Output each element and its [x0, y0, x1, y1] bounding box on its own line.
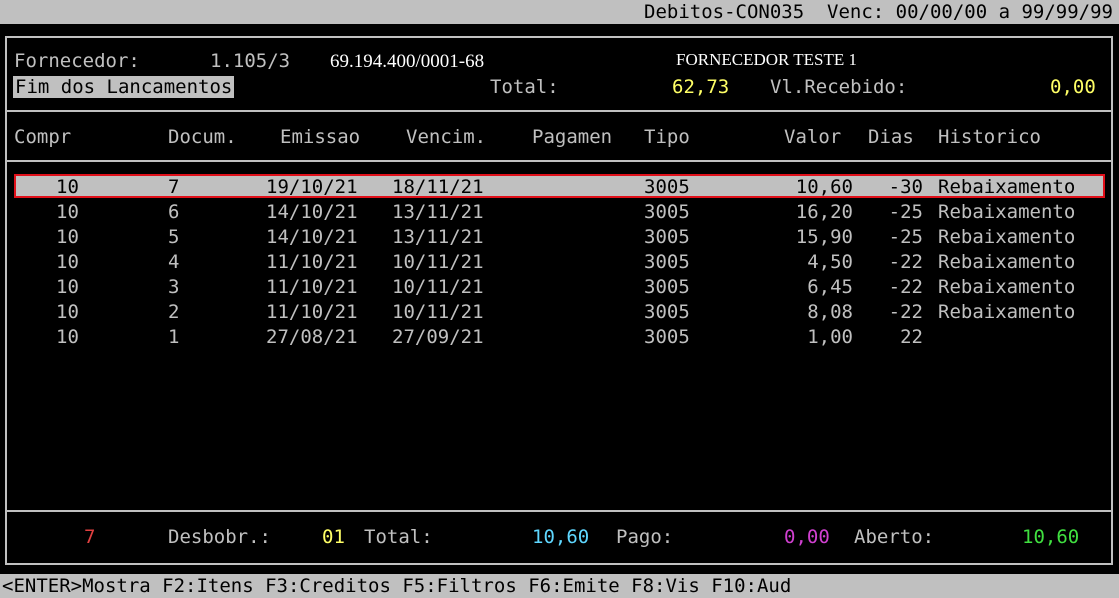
cell-tipo: 3005 — [644, 301, 690, 323]
cell-compr: 10 — [56, 176, 79, 198]
cell-vencim: 27/09/21 — [392, 326, 484, 348]
cell-historico: Rebaixamento — [938, 276, 1076, 298]
cell-emissao: 11/10/21 — [266, 301, 358, 323]
cell-tipo: 3005 — [644, 226, 690, 248]
cell-tipo: 3005 — [644, 201, 690, 223]
cell-emissao: 19/10/21 — [266, 176, 358, 198]
cell-dias: -22 — [888, 276, 923, 298]
col-compr: Compr — [14, 126, 72, 148]
function-key-hints[interactable]: <ENTER>Mostra F2:Itens F3:Creditos F5:Fi… — [2, 575, 791, 597]
cell-emissao: 11/10/21 — [266, 276, 358, 298]
cell-dias: -25 — [888, 201, 923, 223]
cell-emissao: 14/10/21 — [266, 226, 358, 248]
fornecedor-name: FORNECEDOR TESTE 1 — [676, 50, 858, 69]
total-label: Total: — [490, 76, 559, 98]
cell-compr: 10 — [56, 226, 79, 248]
cell-compr: 10 — [56, 326, 79, 348]
window-title: Debitos-CON035 Venc: 00/00/00 a 99/99/99 — [644, 1, 1113, 23]
cell-docum: 3 — [168, 276, 180, 298]
cell-historico: Rebaixamento — [938, 201, 1076, 223]
cell-dias: -22 — [888, 301, 923, 323]
cell-valor: 4,50 — [807, 251, 853, 273]
cell-valor: 8,08 — [807, 301, 853, 323]
cell-historico: Rebaixamento — [938, 226, 1076, 248]
cell-valor: 6,45 — [807, 276, 853, 298]
cell-docum: 7 — [168, 176, 180, 198]
cell-historico: Rebaixamento — [938, 251, 1076, 273]
cell-compr: 10 — [56, 201, 79, 223]
cell-vencim: 10/11/21 — [392, 276, 484, 298]
cell-compr: 10 — [56, 301, 79, 323]
cell-emissao: 14/10/21 — [266, 201, 358, 223]
aberto-label: Aberto: — [854, 526, 935, 548]
col-valor: Valor — [784, 126, 842, 148]
cell-tipo: 3005 — [644, 176, 690, 198]
col-docum: Docum. — [168, 126, 237, 148]
pago-value: 0,00 — [784, 526, 830, 548]
col-dias: Dias — [868, 126, 914, 148]
fornecedor-label: Fornecedor: — [14, 50, 140, 72]
status-label: Fim dos Lancamentos — [13, 76, 235, 98]
desbobr-label: Desbobr.: — [168, 526, 271, 548]
cell-emissao: 11/10/21 — [266, 251, 358, 273]
recebido-label: Vl.Recebido: — [770, 76, 908, 98]
cell-valor: 1,00 — [807, 326, 853, 348]
footer-total-label: Total: — [364, 526, 433, 548]
cell-vencim: 13/11/21 — [392, 201, 484, 223]
col-tipo: Tipo — [644, 126, 690, 148]
cell-vencim: 10/11/21 — [392, 301, 484, 323]
cell-emissao: 27/08/21 — [266, 326, 358, 348]
cell-compr: 10 — [56, 251, 79, 273]
cell-valor: 10,60 — [795, 176, 853, 198]
cell-docum: 6 — [168, 201, 180, 223]
desbobr-value: 01 — [322, 526, 345, 548]
column-divider — [5, 160, 1113, 162]
record-count: 7 — [84, 526, 96, 548]
recebido-value: 0,00 — [1050, 76, 1096, 98]
aberto-value: 10,60 — [1022, 526, 1080, 548]
cnpj: 69.194.400/0001-68 — [330, 51, 485, 72]
col-vencim: Vencim. — [406, 126, 487, 148]
header-divider — [5, 110, 1113, 112]
cell-valor: 15,90 — [795, 226, 853, 248]
main-frame — [5, 36, 1113, 512]
cell-historico: Rebaixamento — [938, 301, 1076, 323]
cell-docum: 4 — [168, 251, 180, 273]
cell-tipo: 3005 — [644, 251, 690, 273]
total-value: 62,73 — [672, 76, 730, 98]
col-historico: Historico — [938, 126, 1041, 148]
cell-compr: 10 — [56, 276, 79, 298]
fornecedor-code: 1.105/3 — [210, 50, 291, 72]
cell-vencim: 18/11/21 — [392, 176, 484, 198]
cell-vencim: 10/11/21 — [392, 251, 484, 273]
cell-dias: 22 — [900, 326, 923, 348]
cell-dias: -25 — [888, 226, 923, 248]
cell-docum: 5 — [168, 226, 180, 248]
cell-tipo: 3005 — [644, 276, 690, 298]
cell-dias: -22 — [888, 251, 923, 273]
cell-historico: Rebaixamento — [938, 176, 1076, 198]
footer-total-value: 10,60 — [532, 526, 590, 548]
cell-docum: 1 — [168, 326, 180, 348]
col-pagamen: Pagamen — [532, 126, 613, 148]
cell-valor: 16,20 — [795, 201, 853, 223]
cell-dias: -30 — [888, 176, 923, 198]
cell-tipo: 3005 — [644, 326, 690, 348]
cell-vencim: 13/11/21 — [392, 226, 484, 248]
pago-label: Pago: — [616, 526, 674, 548]
col-emissao: Emissao — [280, 126, 361, 148]
cell-docum: 2 — [168, 301, 180, 323]
